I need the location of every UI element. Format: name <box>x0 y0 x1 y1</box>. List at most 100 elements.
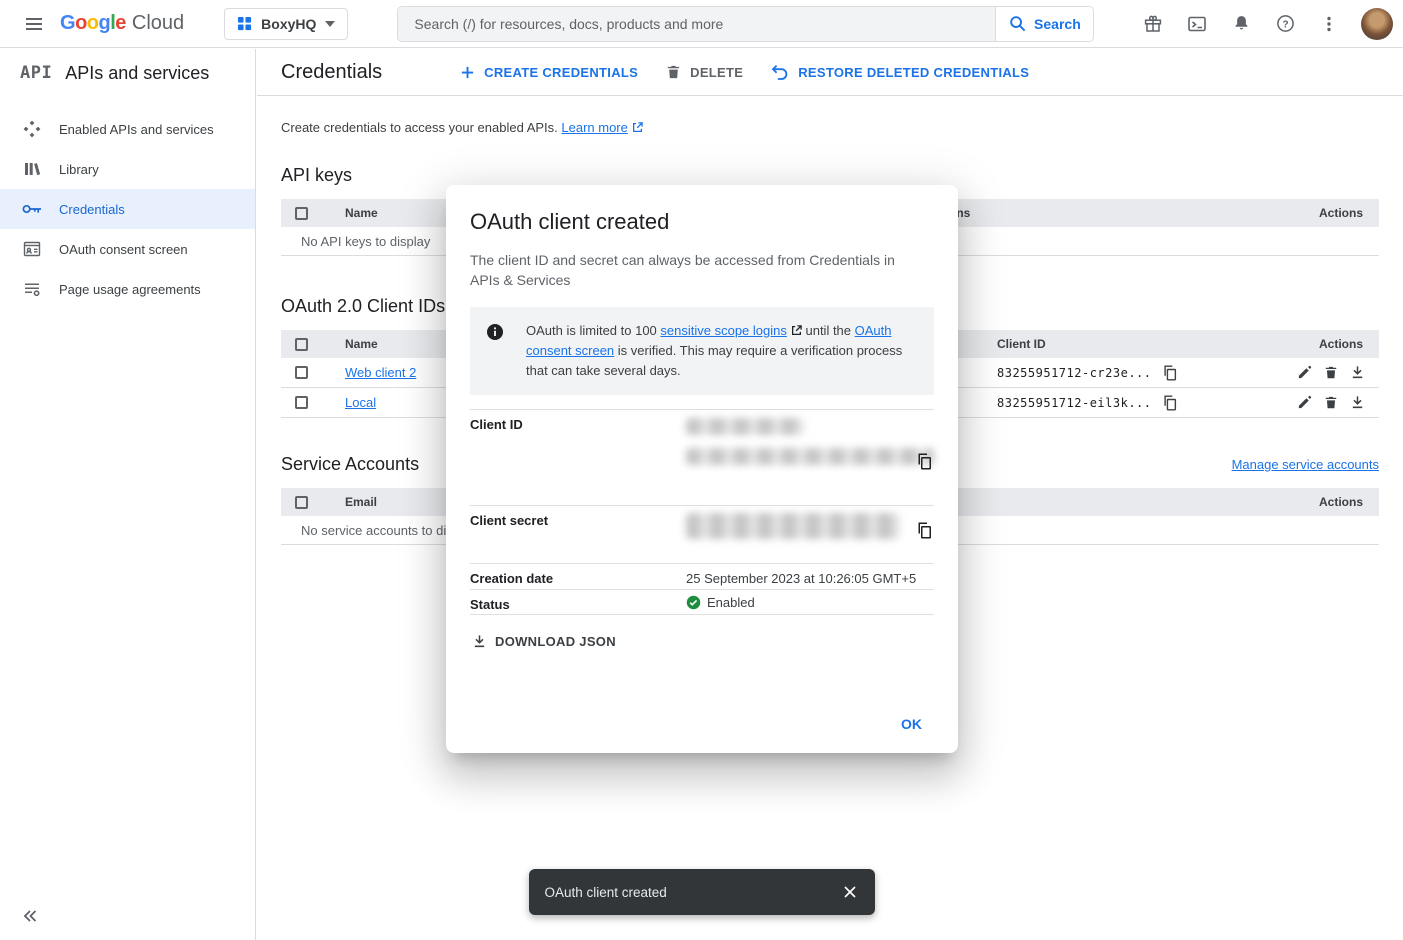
notice-text: OAuth is limited to 100 sensitive scope … <box>526 321 916 381</box>
page-title: Credentials <box>281 61 382 84</box>
snackbar-close-button[interactable] <box>831 873 869 911</box>
learn-more-link[interactable]: Learn more <box>561 120 642 135</box>
create-credentials-button[interactable]: CREATE CREDENTIALS <box>446 54 652 90</box>
intro-text: Create credentials to access your enable… <box>281 120 1379 135</box>
oauth-client-link[interactable]: Web client 2 <box>345 365 416 380</box>
edit-icon <box>1297 395 1312 410</box>
copy-icon <box>917 522 932 539</box>
service-accounts-heading: Service Accounts <box>281 454 419 475</box>
gift-icon <box>1143 14 1163 34</box>
dialog-title: OAuth client created <box>470 209 934 235</box>
delete-client-button[interactable] <box>1322 363 1340 382</box>
topbar-actions: ? <box>1133 4 1393 44</box>
restore-deleted-credentials-button[interactable]: RESTORE DELETED CREDENTIALS <box>757 54 1043 90</box>
menu-button[interactable] <box>14 4 54 44</box>
help-icon: ? <box>1276 14 1295 33</box>
download-client-button[interactable] <box>1348 393 1367 412</box>
copy-client-id-button[interactable] <box>1161 363 1179 383</box>
client-id-redacted <box>686 448 934 465</box>
empty-state-text: No API keys to display <box>301 234 430 249</box>
ok-button[interactable]: OK <box>889 707 934 741</box>
column-header-client-id: Client ID <box>997 337 1289 351</box>
help-button[interactable]: ? <box>1265 4 1305 44</box>
topbar: Google Cloud BoxyHQ Search <box>0 0 1403 48</box>
client-id-value: 83255951712-eil3k... <box>997 396 1152 410</box>
sidebar-collapse-button[interactable] <box>18 904 42 928</box>
page-header: Credentials CREATE CREDENTIALS DELETE RE… <box>257 49 1403 96</box>
terminal-icon <box>1187 14 1207 34</box>
external-link-icon <box>791 325 802 336</box>
delete-button[interactable]: DELETE <box>652 54 757 90</box>
download-icon <box>472 634 487 649</box>
project-name: BoxyHQ <box>261 16 316 32</box>
status-label: Status <box>470 595 686 609</box>
google-cloud-logo[interactable]: Google Cloud <box>60 12 184 35</box>
sidebar-item-oauth-consent-screen[interactable]: OAuth consent screen <box>0 229 255 269</box>
select-all-checkbox[interactable] <box>295 496 308 509</box>
search-input[interactable] <box>398 7 995 41</box>
double-chevron-left-icon <box>22 908 38 924</box>
copy-client-id-button[interactable] <box>1161 393 1179 413</box>
oauth-client-link[interactable]: Local <box>345 395 376 410</box>
trash-icon <box>1324 395 1338 410</box>
row-checkbox[interactable] <box>295 366 308 379</box>
status-row: Status Enabled <box>470 589 934 615</box>
select-all-checkbox[interactable] <box>295 338 308 351</box>
api-keys-heading: API keys <box>281 165 1379 186</box>
manage-service-accounts-link[interactable]: Manage service accounts <box>1232 457 1379 472</box>
client-id-label: Client ID <box>470 415 686 500</box>
plus-icon <box>460 65 475 80</box>
sidebar-item-library[interactable]: Library <box>0 149 255 189</box>
client-id-row: Client ID <box>470 409 934 505</box>
search-icon <box>1009 15 1026 32</box>
enabled-apis-icon <box>22 120 42 138</box>
notice-panel: OAuth is limited to 100 sensitive scope … <box>470 307 934 395</box>
sidebar-item-enabled-apis[interactable]: Enabled APIs and services <box>0 109 255 149</box>
notifications-button[interactable] <box>1221 4 1261 44</box>
trash-icon <box>1324 365 1338 380</box>
oauth-client-created-dialog: OAuth client created The client ID and s… <box>446 185 958 753</box>
copy-icon <box>1163 395 1177 411</box>
sidebar: API APIs and services Enabled APIs and s… <box>0 49 256 940</box>
column-header-actions: Actions <box>1289 337 1379 351</box>
search-bar: Search <box>397 6 1094 42</box>
cloud-shell-button[interactable] <box>1177 4 1217 44</box>
download-json-button[interactable]: DOWNLOAD JSON <box>470 628 624 655</box>
row-checkbox[interactable] <box>295 396 308 409</box>
delete-client-button[interactable] <box>1322 393 1340 412</box>
edit-client-button[interactable] <box>1295 363 1314 382</box>
close-icon <box>842 884 858 900</box>
project-icon <box>237 16 252 31</box>
copy-client-id-button[interactable] <box>915 451 934 472</box>
trash-icon <box>666 64 681 80</box>
sidebar-item-label: Credentials <box>59 202 125 217</box>
sensitive-scope-logins-link[interactable]: sensitive scope logins <box>660 323 801 338</box>
project-selector[interactable]: BoxyHQ <box>224 8 348 40</box>
edit-client-button[interactable] <box>1295 393 1314 412</box>
library-icon <box>22 160 42 178</box>
sidebar-item-label: Page usage agreements <box>59 282 201 297</box>
search-button[interactable]: Search <box>995 7 1093 41</box>
client-id-value: 83255951712-cr23e... <box>997 366 1152 380</box>
download-client-button[interactable] <box>1348 363 1367 382</box>
sidebar-header: API APIs and services <box>0 49 255 97</box>
select-all-checkbox[interactable] <box>295 207 308 220</box>
info-icon <box>486 323 504 381</box>
bell-icon <box>1232 14 1251 33</box>
sidebar-item-page-usage-agreements[interactable]: Page usage agreements <box>0 269 255 309</box>
promotions-button[interactable] <box>1133 4 1173 44</box>
client-id-redacted <box>686 418 804 435</box>
avatar[interactable] <box>1361 8 1393 40</box>
download-icon <box>1350 395 1365 410</box>
screen: Google Cloud BoxyHQ Search <box>0 0 1403 940</box>
check-circle-icon <box>686 595 701 610</box>
copy-client-secret-button[interactable] <box>915 520 934 541</box>
client-secret-redacted <box>686 513 900 539</box>
creation-date-value: 25 September 2023 at 10:26:05 GMT+5 <box>686 569 916 584</box>
copy-icon <box>917 453 932 470</box>
client-secret-label: Client secret <box>470 511 686 558</box>
sidebar-item-credentials[interactable]: Credentials <box>0 189 255 229</box>
creation-date-row: Creation date 25 September 2023 at 10:26… <box>470 563 934 589</box>
dialog-description: The client ID and secret can always be a… <box>470 250 910 291</box>
more-options-button[interactable] <box>1309 4 1349 44</box>
